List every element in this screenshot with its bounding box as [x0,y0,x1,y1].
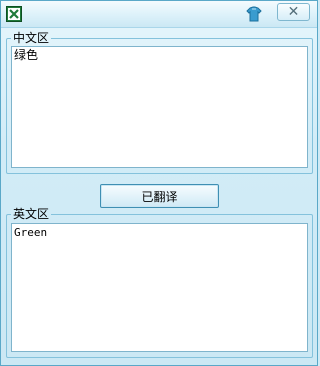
english-text-area[interactable]: Green [11,223,308,352]
close-icon: ✕ [287,4,300,20]
chinese-text-area[interactable]: 绿色 [11,46,308,168]
close-button[interactable]: ✕ [277,3,310,21]
shirt-icon[interactable] [245,5,263,23]
translate-button[interactable]: 已翻译 [100,184,219,208]
chinese-section-legend: 中文区 [13,31,50,45]
english-section-legend: 英文区 [13,207,50,221]
excel-icon [6,6,22,22]
translate-button-label: 已翻译 [141,189,178,204]
title-bar: ✕ [1,1,317,28]
translator-window: ✕ 中文区 绿色 已翻译 英文区 Green [0,0,318,366]
